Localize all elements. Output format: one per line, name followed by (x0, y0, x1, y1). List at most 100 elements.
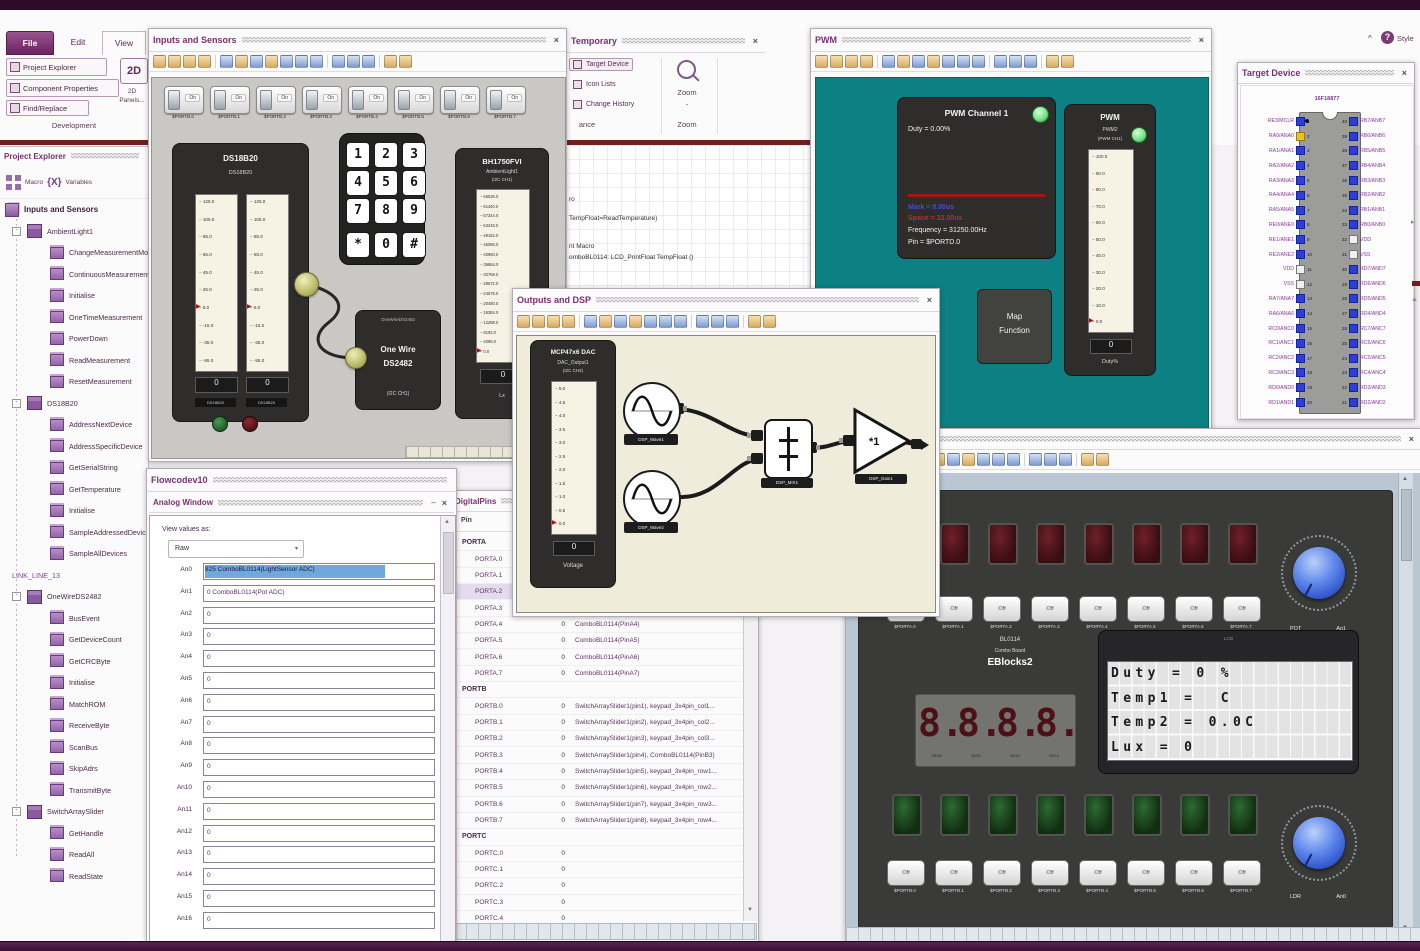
toolbar-icon-13[interactable] (994, 55, 1007, 68)
tree-item[interactable]: ResetMeasurement (0, 371, 148, 393)
toolbar-icon-17[interactable] (1081, 453, 1094, 466)
toolbar-icon-2[interactable] (183, 55, 196, 68)
analog-value-field[interactable]: 825 ComboBL0114(LightSensor ADC) (203, 563, 435, 580)
digital-pin-row[interactable]: PORTB.1 0 SwitchArraySlider1(pin2), keypad… (451, 715, 744, 732)
dsp-canvas[interactable]: MCP47x6 DAC DAC_Output1 (I2C CH2) 5.04.5… (516, 335, 936, 613)
toolbar-icon-1[interactable] (532, 315, 545, 328)
tree-item[interactable]: - DS18B20 (0, 393, 148, 415)
analog-value-field[interactable]: 0 (203, 846, 435, 864)
tree-item[interactable]: ScanBus (0, 737, 148, 759)
digital-pin-row[interactable]: PORTA.7 0 ComboBL0114(PinA7) (451, 666, 744, 683)
toolbar-icon-3[interactable] (860, 55, 873, 68)
toolbar-icon-13[interactable] (1029, 453, 1042, 466)
tree-item[interactable]: ReadState (0, 866, 148, 888)
digital-pin-row[interactable]: PORTB.3 0 SwitchArraySlider1(pin4), ComboB… (451, 747, 744, 764)
pin-pad[interactable] (1296, 324, 1305, 334)
digital-pin-row[interactable]: ▾PORTC (451, 829, 744, 846)
board-switch[interactable]: Off (1127, 860, 1165, 886)
onewire-connector-b[interactable] (345, 347, 367, 369)
toolbar-icon-1[interactable] (830, 55, 843, 68)
toolbar-icon-9[interactable] (280, 55, 293, 68)
toolbar-icon-10[interactable] (295, 55, 308, 68)
board-switch[interactable]: Off (1031, 596, 1069, 622)
toolbar-icon-9[interactable] (977, 453, 990, 466)
tree-item[interactable]: BusEvent (0, 608, 148, 630)
tree-item[interactable]: ChangeMeasurementMode (0, 242, 148, 264)
pin-pad[interactable] (1296, 161, 1305, 171)
analog-value-field[interactable]: 0 (203, 606, 435, 624)
digital-pin-row[interactable]: PORTC.0 0 (451, 846, 744, 862)
project-explorer-button[interactable]: Project Explorer (6, 58, 107, 76)
analog-vscrollbar[interactable]: ▲ (440, 516, 455, 941)
tree-item[interactable]: Inputs and Sensors (0, 199, 148, 221)
tree-item[interactable]: ContinuousMeasurement (0, 264, 148, 286)
pin-pad[interactable] (1349, 146, 1358, 156)
collapse-ribbon-icon[interactable]: ^ (1368, 33, 1372, 45)
pin-pad[interactable] (1296, 116, 1305, 126)
tree-item[interactable]: GetSerialString (0, 457, 148, 479)
pin-pad[interactable] (1296, 264, 1305, 274)
digital-pin-row[interactable]: PORTB.5 0 SwitchArraySlider1(pin6), keypad… (451, 780, 744, 797)
toolbar-icon-7[interactable] (250, 55, 263, 68)
pin-pad[interactable] (1349, 294, 1358, 304)
toolbar-icon-18[interactable] (1061, 55, 1074, 68)
temporary-title-bar[interactable]: Temporary × (567, 30, 765, 53)
pin-pad[interactable] (1349, 383, 1358, 393)
ribbon-item-icon-lists[interactable]: Icon Lists (573, 80, 616, 89)
close-icon[interactable]: × (924, 295, 935, 305)
pin-pad[interactable] (1296, 146, 1305, 156)
tree-item[interactable]: - AmbientLight1 (0, 221, 148, 243)
analog-value-field[interactable]: 0 (203, 650, 435, 668)
analog-value-field[interactable]: 0 (203, 802, 435, 820)
digital-pin-row[interactable]: PORTA.6 0 ComboBL0114(PinA6) (451, 649, 744, 666)
close-icon[interactable]: × (1406, 434, 1417, 444)
toolbar-icon-18[interactable] (1096, 453, 1109, 466)
board-switch[interactable]: Off (935, 860, 973, 886)
toolbar-icon-0[interactable] (153, 55, 166, 68)
pin-pad[interactable] (1296, 309, 1305, 319)
scroll-up-icon[interactable]: ▲ (444, 519, 450, 525)
pin-pad[interactable] (1296, 250, 1305, 260)
toolbar-icon-6[interactable] (897, 55, 910, 68)
scroll-thumb[interactable] (1401, 489, 1412, 561)
digital-pin-row[interactable]: PORTC.3 0 (451, 895, 744, 911)
toolbar-icon-14[interactable] (711, 315, 724, 328)
toolbar-icon-11[interactable] (674, 315, 687, 328)
toolbar-icon-10[interactable] (992, 453, 1005, 466)
toolbar-icon-8[interactable] (927, 55, 940, 68)
digital-pin-row[interactable]: PORTA.4 0 ComboBL0114(PinA4) (451, 617, 744, 634)
board-switch[interactable]: Off (1079, 860, 1117, 886)
find-replace-button[interactable]: Find/Replace (6, 100, 89, 116)
close-icon[interactable]: × (439, 498, 450, 508)
style-menu[interactable]: Style (1397, 34, 1414, 43)
variables-icon[interactable]: {X} (47, 177, 61, 188)
digital-pin-row[interactable]: PORTB.6 0 SwitchArraySlider1(pin7), keypad… (451, 797, 744, 813)
tree-item[interactable]: TransmitByte (0, 780, 148, 802)
board-switch[interactable]: Off (1223, 596, 1261, 622)
toolbar-icon-15[interactable] (1024, 55, 1037, 68)
tree-item[interactable]: GetCRCByte (0, 651, 148, 673)
pin-pad[interactable] (1296, 338, 1305, 348)
pin-pad[interactable] (1296, 176, 1305, 186)
pin-pad[interactable] (1349, 220, 1358, 230)
digital-pin-row[interactable]: PORTB.0 0 SwitchArraySlider1(pin1), keypad… (451, 698, 744, 715)
toolbar-icon-6[interactable] (599, 315, 612, 328)
tab-view[interactable]: View (102, 31, 146, 55)
toolbar-icon-14[interactable] (347, 55, 360, 68)
zoom-icon[interactable] (677, 60, 696, 79)
zoom-caption[interactable]: Zoom (667, 88, 707, 97)
toolbar-icon-7[interactable] (912, 55, 925, 68)
tree-item[interactable]: AddressNextDevice (0, 414, 148, 436)
board-switch[interactable]: Off (1175, 860, 1213, 886)
toolbar-icon-14[interactable] (1009, 55, 1022, 68)
toolbar-icon-18[interactable] (399, 55, 412, 68)
pin-pad[interactable] (1349, 235, 1358, 245)
pin-pad[interactable] (1296, 398, 1305, 408)
scroll-down-icon[interactable]: ▼ (747, 907, 753, 913)
toolbar-icon-0[interactable] (815, 55, 828, 68)
pin-pad[interactable] (1296, 220, 1305, 230)
digital-pin-row[interactable]: ▾PORTB (451, 682, 744, 699)
toolbar-icon-3[interactable] (562, 315, 575, 328)
tree-item[interactable]: GetDeviceCount (0, 629, 148, 651)
toolbar-icon-2[interactable] (845, 55, 858, 68)
